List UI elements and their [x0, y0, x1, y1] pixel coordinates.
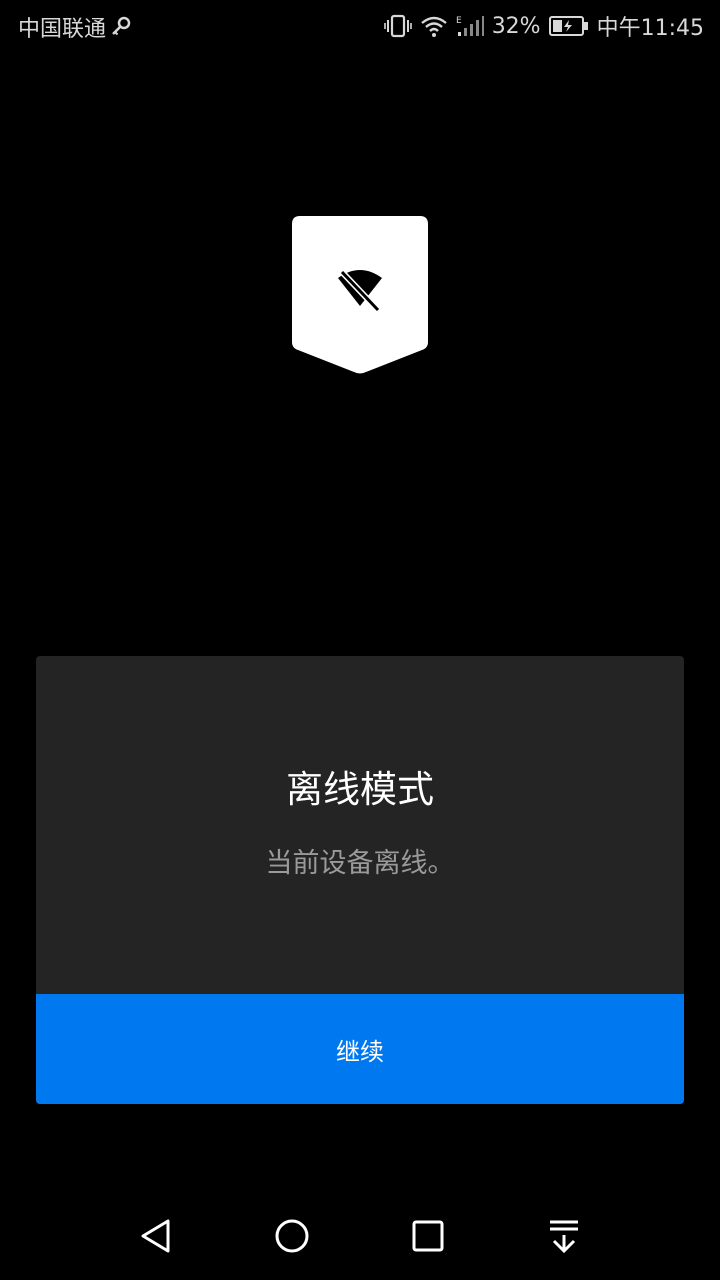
offline-badge: [292, 216, 428, 376]
home-button[interactable]: [270, 1214, 314, 1258]
back-button[interactable]: [134, 1214, 178, 1258]
home-icon: [275, 1219, 309, 1253]
navigation-bar: [0, 1192, 720, 1280]
badge-shape: [292, 216, 428, 374]
recents-button[interactable]: [406, 1214, 450, 1258]
carrier-group: 中国联通: [18, 11, 132, 43]
wifi-icon: [420, 16, 447, 37]
status-icons: E 32% 中午11:45: [383, 10, 704, 42]
notification-pull-button[interactable]: [542, 1214, 586, 1258]
status-bar: 中国联通 E 32% 中午11:45: [0, 0, 720, 50]
battery-percent: 32%: [491, 13, 541, 39]
signal-icon: E: [456, 16, 484, 36]
continue-button[interactable]: 继续: [36, 994, 684, 1104]
key-icon: [112, 16, 131, 36]
svg-text:E: E: [456, 16, 462, 26]
battery-charging-icon: [548, 16, 588, 36]
back-icon: [141, 1219, 170, 1253]
vibrate-icon: [383, 14, 412, 38]
dialog-title: 离线模式: [286, 768, 434, 811]
recents-icon: [412, 1220, 444, 1252]
status-time: 中午11:45: [596, 16, 704, 41]
continue-button-label: 继续: [336, 1037, 384, 1066]
dialog-message: 当前设备离线。: [265, 848, 455, 879]
carrier-name: 中国联通: [18, 17, 107, 42]
notification-pull-icon: [550, 1220, 578, 1254]
